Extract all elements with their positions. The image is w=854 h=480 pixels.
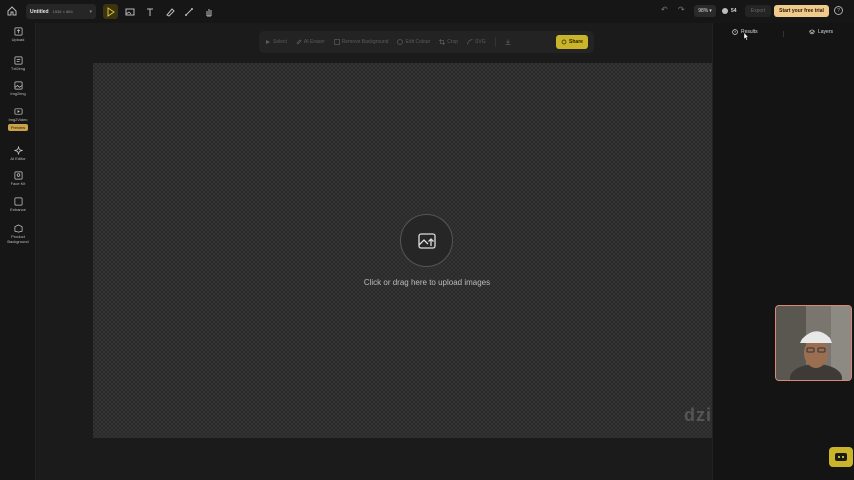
sidebar-item-label: Face Kit <box>10 181 26 186</box>
home-icon[interactable] <box>6 5 18 17</box>
webcam-overlay <box>775 305 852 381</box>
download-button[interactable] <box>505 39 511 45</box>
vector-curve-icon <box>467 39 473 45</box>
chevron-down-icon: ▾ <box>709 8 712 14</box>
mouse-pointer-icon <box>743 32 749 41</box>
eraser-icon <box>296 39 302 45</box>
sidebar-item-enhance[interactable]: Enhance <box>0 197 36 212</box>
left-sidebar: Upload Txt2img Img2img Img2Video Preview… <box>0 23 36 480</box>
ai-eraser-tool[interactable]: AI Eraser <box>296 39 325 45</box>
line-icon <box>184 7 193 16</box>
watermark-logo: dzi <box>684 405 712 425</box>
canvas-toolbar: Select AI Eraser Remove Background Edit … <box>259 31 594 53</box>
shape-tool-button[interactable] <box>162 4 177 19</box>
sidebar-item-label: Upload <box>11 37 25 42</box>
chat-bot-icon <box>835 453 847 461</box>
toolbar-divider <box>494 37 496 47</box>
upload-image-button[interactable] <box>400 214 453 267</box>
image-frame-tool-button[interactable] <box>122 4 137 19</box>
sidebar-item-label: Img2img <box>10 91 26 96</box>
credits-value: 54 <box>731 8 737 14</box>
tool-label: Crop <box>447 39 459 45</box>
sidebar-item-label: Enhance <box>10 207 26 212</box>
remove-background-tool[interactable]: Remove Background <box>333 39 389 45</box>
upload-canvas[interactable]: Click or drag here to upload images dzi <box>93 63 712 438</box>
cursor-arrow-icon <box>107 6 115 17</box>
coin-icon <box>722 8 728 14</box>
upload-instruction: Click or drag here to upload images <box>363 278 491 287</box>
sidebar-item-label: AI Editor <box>10 156 26 161</box>
share-icon <box>561 39 567 45</box>
sidebar-item-txt2img[interactable]: Txt2img <box>0 56 36 71</box>
ai-editor-icon <box>13 146 23 155</box>
sidebar-item-label: Img2Video <box>8 117 28 122</box>
layers-icon <box>809 29 815 35</box>
pen-shape-icon <box>165 7 175 17</box>
zoom-value: 98% <box>698 8 709 14</box>
cursor-arrow-icon <box>266 40 270 44</box>
line-tool-button[interactable] <box>181 4 196 19</box>
video-icon <box>14 108 22 115</box>
chat-support-button[interactable] <box>829 447 853 467</box>
sidebar-item-label: Txt2img <box>10 66 26 71</box>
tool-label: Edit Colour <box>405 39 431 45</box>
credits-counter[interactable]: 54 <box>722 5 737 17</box>
preview-badge: Preview <box>7 124 29 131</box>
svg-tool[interactable]: SVG <box>467 39 486 45</box>
tab-divider <box>783 31 784 37</box>
select-tool[interactable]: Select <box>265 39 287 45</box>
enhance-icon <box>14 197 22 206</box>
palette-icon <box>397 39 404 45</box>
remove-background-icon <box>333 39 340 45</box>
image-to-image-icon <box>14 81 22 90</box>
sidebar-item-label: Product Background <box>7 234 29 244</box>
download-icon <box>505 39 511 45</box>
chevron-down-icon: ▾ <box>89 8 92 15</box>
tool-label: SVG <box>475 39 486 45</box>
help-icon[interactable]: ? <box>834 6 843 15</box>
project-name: Untitled <box>30 8 49 15</box>
sidebar-item-product-background[interactable]: Product Background <box>0 224 36 244</box>
history-icon <box>732 29 738 35</box>
person-video-feed <box>776 306 851 380</box>
text-icon <box>146 8 153 16</box>
canvas-size: 1536 × 864 <box>52 9 73 14</box>
upload-icon <box>14 27 22 36</box>
sidebar-item-face-kit[interactable]: Face Kit <box>0 171 36 186</box>
app-window: Untitled 1536 × 864 ▾ ↶ ↷ 98% ▾ 54 Expor… <box>0 0 854 480</box>
sidebar-item-upload[interactable]: Upload <box>0 27 36 42</box>
export-button[interactable]: Export <box>745 5 771 17</box>
text-to-image-icon <box>14 56 22 65</box>
sidebar-item-img2video[interactable]: Img2Video Preview <box>0 107 36 131</box>
tab-layers[interactable]: Layers <box>809 29 833 35</box>
crop-tool[interactable]: Crop <box>439 39 458 45</box>
top-bar: Untitled 1536 × 864 ▾ ↶ ↷ 98% ▾ 54 Expor… <box>0 0 854 23</box>
hand-icon <box>206 8 211 16</box>
tool-label: Select <box>273 39 287 45</box>
edit-colour-tool[interactable]: Edit Colour <box>397 39 430 45</box>
image-frame-icon <box>125 8 134 15</box>
undo-icon[interactable]: ↶ <box>661 5 671 17</box>
project-selector[interactable]: Untitled 1536 × 864 ▾ <box>26 4 96 19</box>
sidebar-item-ai-editor[interactable]: AI Editor <box>0 146 36 161</box>
tool-label: AI Eraser <box>303 39 325 45</box>
tab-label: Layers <box>818 29 834 35</box>
right-panel: Results Layers <box>712 23 854 480</box>
face-kit-icon <box>14 171 22 180</box>
hand-tool-button[interactable] <box>201 4 216 19</box>
text-tool-button[interactable] <box>142 4 157 19</box>
product-background-icon <box>14 224 22 233</box>
zoom-selector[interactable]: 98% ▾ <box>694 5 716 17</box>
crop-icon <box>439 39 446 45</box>
select-tool-button[interactable] <box>103 4 118 19</box>
sidebar-item-img2img[interactable]: Img2img <box>0 81 36 96</box>
image-upload-icon <box>417 232 436 249</box>
share-button[interactable]: Share <box>556 35 588 49</box>
start-trial-button[interactable]: Start your free trial <box>774 5 829 17</box>
share-label: Share <box>569 39 583 45</box>
redo-icon[interactable]: ↷ <box>678 5 688 17</box>
tool-label: Remove Background <box>341 39 389 45</box>
